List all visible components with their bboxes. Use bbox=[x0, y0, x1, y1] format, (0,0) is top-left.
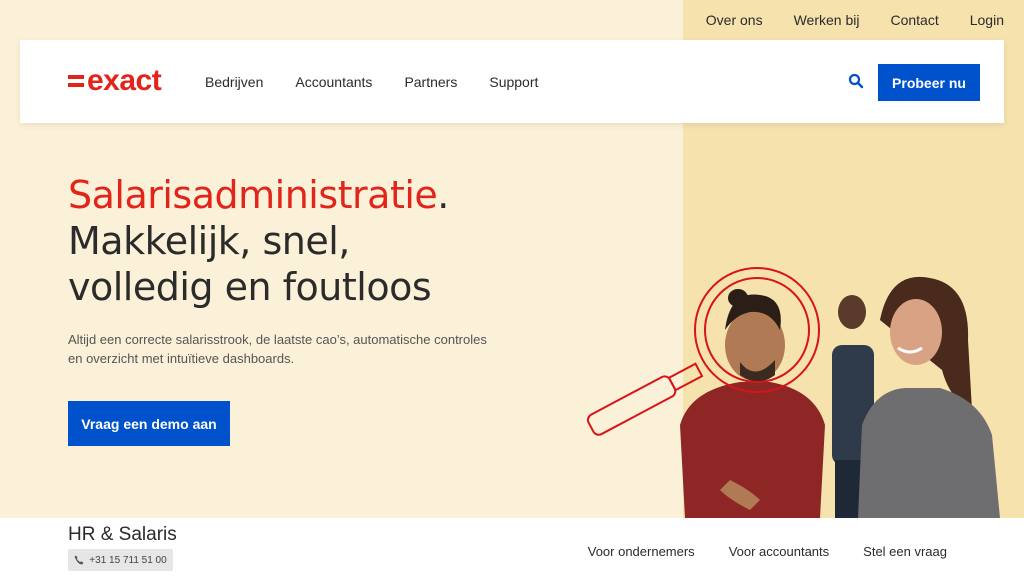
request-demo-button[interactable]: Vraag een demo aan bbox=[68, 401, 230, 446]
hero-title-line-2: Makkelijk, snel, bbox=[68, 219, 350, 263]
section-links: Voor ondernemers Voor accountants Stel e… bbox=[554, 544, 947, 559]
try-now-button[interactable]: Probeer nu bbox=[878, 64, 980, 101]
utility-nav: Over ons Werken bij Contact Login bbox=[675, 0, 1024, 40]
section-title: HR & Salaris bbox=[68, 524, 177, 545]
hero-title-line-3: volledig en foutloos bbox=[68, 265, 432, 309]
utility-link-werken-bij[interactable]: Werken bij bbox=[794, 12, 860, 28]
nav-item-support[interactable]: Support bbox=[489, 74, 538, 90]
nav-item-bedrijven[interactable]: Bedrijven bbox=[205, 74, 263, 90]
logo-bars-icon bbox=[68, 75, 84, 87]
hero-people-image bbox=[586, 267, 1000, 518]
search-icon[interactable] bbox=[848, 73, 864, 89]
utility-link-over-ons[interactable]: Over ons bbox=[706, 12, 763, 28]
section-bar: HR & Salaris +31 15 711 51 00 Voor onder… bbox=[0, 518, 1024, 576]
link-voor-accountants[interactable]: Voor accountants bbox=[729, 544, 829, 559]
utility-link-login[interactable]: Login bbox=[970, 12, 1004, 28]
link-stel-een-vraag[interactable]: Stel een vraag bbox=[863, 544, 947, 559]
phone-number: +31 15 711 51 00 bbox=[89, 554, 167, 566]
utility-link-contact[interactable]: Contact bbox=[890, 12, 938, 28]
hero-title-dot: . bbox=[437, 173, 449, 217]
phone-number-pill[interactable]: +31 15 711 51 00 bbox=[68, 549, 173, 571]
primary-nav-items: Bedrijven Accountants Partners Support bbox=[205, 40, 570, 123]
link-voor-ondernemers[interactable]: Voor ondernemers bbox=[588, 544, 695, 559]
nav-item-partners[interactable]: Partners bbox=[404, 74, 457, 90]
hero-title: Salarisadministratie. Makkelijk, snel, v… bbox=[68, 172, 449, 310]
phone-icon bbox=[74, 555, 84, 565]
hero-subtitle: Altijd een correcte salarisstrook, de la… bbox=[68, 332, 487, 366]
logo-text: exact bbox=[87, 64, 162, 97]
exact-logo[interactable]: exact bbox=[68, 64, 162, 97]
main-nav: exact Bedrijven Accountants Partners Sup… bbox=[20, 40, 1004, 123]
hero-title-highlight: Salarisadministratie bbox=[68, 173, 438, 217]
nav-item-accountants[interactable]: Accountants bbox=[295, 74, 372, 90]
